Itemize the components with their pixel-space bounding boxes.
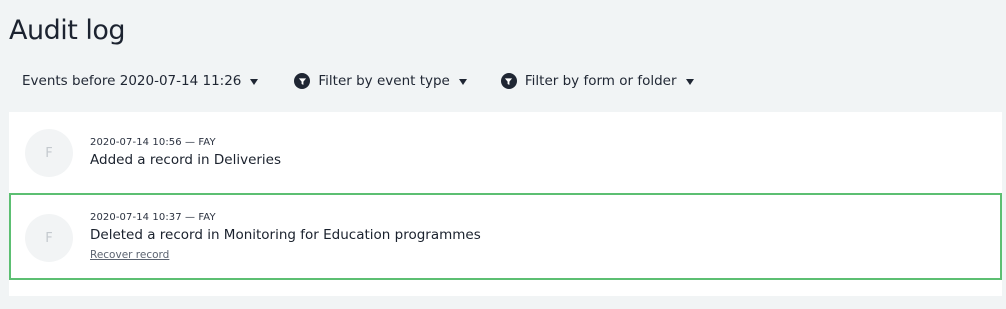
avatar: F bbox=[25, 129, 73, 177]
page-title: Audit log bbox=[9, 15, 126, 46]
chevron-down-icon bbox=[685, 79, 694, 85]
log-entry-selected[interactable]: F 2020-07-14 10:37 — FAY Deleted a recor… bbox=[9, 193, 1002, 280]
form-folder-filter-dropdown[interactable]: Filter by form or folder bbox=[500, 73, 694, 89]
event-type-filter-label: Filter by event type bbox=[318, 73, 450, 89]
log-entry[interactable]: F 2020-07-14 10:56 — FAY Added a record … bbox=[9, 112, 1002, 192]
audit-log-list: F 2020-07-14 10:56 — FAY Added a record … bbox=[9, 112, 1002, 296]
avatar: F bbox=[25, 214, 73, 262]
chevron-down-icon bbox=[250, 79, 259, 85]
audit-log-page: Audit log Events before 2020-07-14 11:26… bbox=[0, 0, 1006, 309]
filter-icon bbox=[294, 73, 311, 89]
date-filter-label: Events before 2020-07-14 11:26 bbox=[22, 73, 242, 89]
event-type-filter-dropdown[interactable]: Filter by event type bbox=[294, 73, 467, 89]
form-folder-filter-label: Filter by form or folder bbox=[524, 73, 677, 89]
filter-icon bbox=[500, 73, 517, 89]
entry-meta: 2020-07-14 10:56 — FAY bbox=[90, 137, 216, 148]
date-filter-dropdown[interactable]: Events before 2020-07-14 11:26 bbox=[22, 73, 259, 89]
entry-description: Added a record in Deliveries bbox=[90, 152, 282, 168]
recover-record-link[interactable]: Recover record bbox=[90, 249, 169, 261]
entry-description: Deleted a record in Monitoring for Educa… bbox=[90, 227, 481, 243]
chevron-down-icon bbox=[458, 79, 467, 85]
filter-toolbar: Events before 2020-07-14 11:26 Filter by… bbox=[22, 70, 694, 92]
entry-meta: 2020-07-14 10:37 — FAY bbox=[90, 212, 216, 223]
